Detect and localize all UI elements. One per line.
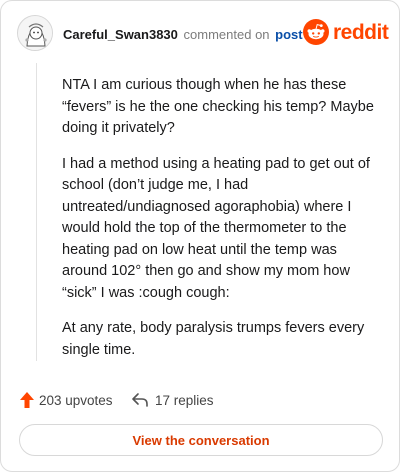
upvote-count: 203 upvotes bbox=[39, 392, 113, 408]
reply-count: 17 replies bbox=[155, 392, 214, 408]
replies-button[interactable]: 17 replies bbox=[131, 389, 214, 411]
comment-header: Careful_Swan3830 commented on post reddi… bbox=[17, 15, 389, 55]
comment-card: Careful_Swan3830 commented on post reddi… bbox=[0, 0, 400, 472]
comment-paragraph: I had a method using a heating pad to ge… bbox=[62, 155, 370, 301]
comment-meta: Careful_Swan3830 commented on post bbox=[63, 27, 303, 42]
reddit-wordmark: reddit bbox=[333, 21, 389, 44]
comment-paragraph: At any rate, body paralysis trumps fever… bbox=[62, 320, 365, 358]
comment-paragraph: NTA I am curious though when he has thes… bbox=[62, 77, 374, 136]
reddit-logo-icon bbox=[303, 19, 329, 45]
upvote-button[interactable]: 203 upvotes bbox=[19, 389, 113, 411]
upvote-arrow-icon bbox=[20, 392, 34, 408]
avatar[interactable] bbox=[17, 15, 53, 51]
thread-line bbox=[36, 63, 37, 361]
reddit-brand[interactable]: reddit bbox=[303, 19, 389, 49]
username-link[interactable]: Careful_Swan3830 bbox=[63, 27, 178, 42]
post-link[interactable]: post bbox=[275, 27, 302, 42]
reply-arrow-icon bbox=[132, 393, 148, 407]
comment-body: NTA I am curious though when he has thes… bbox=[62, 75, 380, 375]
view-conversation-button[interactable]: View the conversation bbox=[19, 424, 383, 456]
comment-footer: 203 upvotes 17 replies bbox=[19, 389, 379, 411]
commented-on-text: commented on bbox=[183, 27, 270, 42]
